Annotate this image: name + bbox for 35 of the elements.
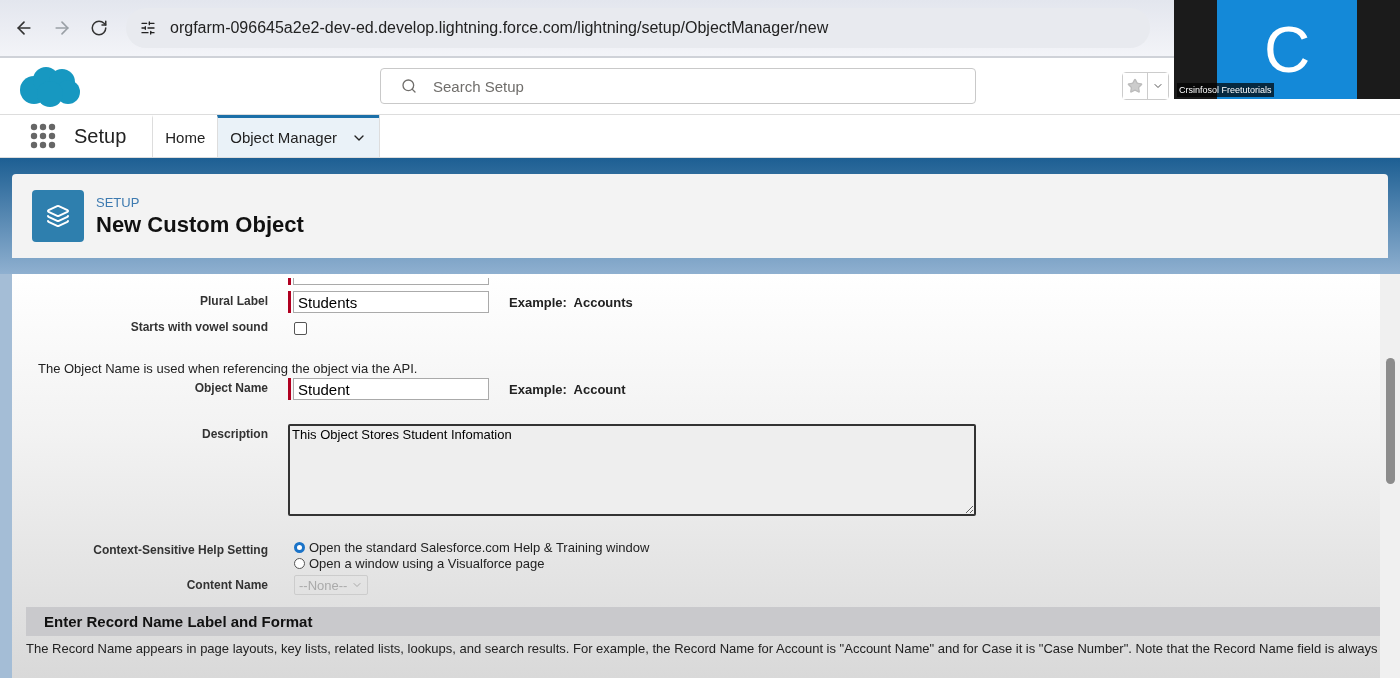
app-launcher-icon[interactable] bbox=[30, 123, 56, 149]
example-text: Example: Account bbox=[509, 381, 627, 397]
field-label: Object Name bbox=[193, 380, 268, 395]
field-label: Content Name bbox=[185, 577, 268, 592]
layers-icon bbox=[32, 190, 84, 242]
radio-label: Open a window using a Visualforce page bbox=[309, 556, 545, 571]
radio-button[interactable] bbox=[294, 558, 305, 569]
field-label: Description bbox=[201, 426, 268, 441]
scrollbar-thumb[interactable] bbox=[1385, 358, 1395, 484]
radio-button[interactable] bbox=[294, 542, 305, 553]
radio-label: Open the standard Salesforce.com Help & Training window bbox=[309, 540, 650, 555]
cloud-logo-icon bbox=[18, 64, 82, 108]
site-settings-icon[interactable] bbox=[140, 20, 156, 36]
input-field[interactable]: Student bbox=[293, 378, 489, 400]
field-label: Context-Sensitive Help Setting bbox=[92, 542, 268, 557]
participant-name: Crsinfosol Freetutorials bbox=[1177, 83, 1274, 97]
avatar-letter: C bbox=[1263, 12, 1311, 86]
page-title: New Custom Object bbox=[96, 211, 304, 238]
description-field[interactable]: This Object Stores Student Infomation bbox=[288, 424, 976, 516]
app-name: Setup bbox=[74, 124, 127, 148]
breadcrumb: SETUP bbox=[96, 194, 141, 210]
help-text: The Object Name is used when referencing the object via the API. bbox=[38, 361, 419, 376]
reload-icon[interactable] bbox=[90, 19, 108, 37]
star-icon bbox=[1127, 78, 1143, 94]
section-description: The Record Name appears in page layouts, key lists, related lists, lookups, and search results. For example, the Record Name for Account is "Account Name" and for Case it is "Case Number". Note that the Record Name field is always bbox=[26, 641, 1379, 656]
input-field[interactable]: Students bbox=[293, 291, 489, 313]
field-label: Starts with vowel sound bbox=[129, 319, 268, 334]
example-text: Example: Accounts bbox=[509, 294, 634, 310]
nav-tab[interactable]: Object Manager bbox=[217, 115, 379, 157]
search-icon bbox=[401, 78, 417, 94]
input-field[interactable] bbox=[293, 278, 489, 285]
section-header: Enter Record Name Label and Format bbox=[26, 607, 1380, 636]
search-field[interactable]: Search Setup bbox=[380, 68, 976, 104]
field-label: Plural Label bbox=[198, 293, 268, 308]
checkbox[interactable] bbox=[294, 322, 307, 335]
